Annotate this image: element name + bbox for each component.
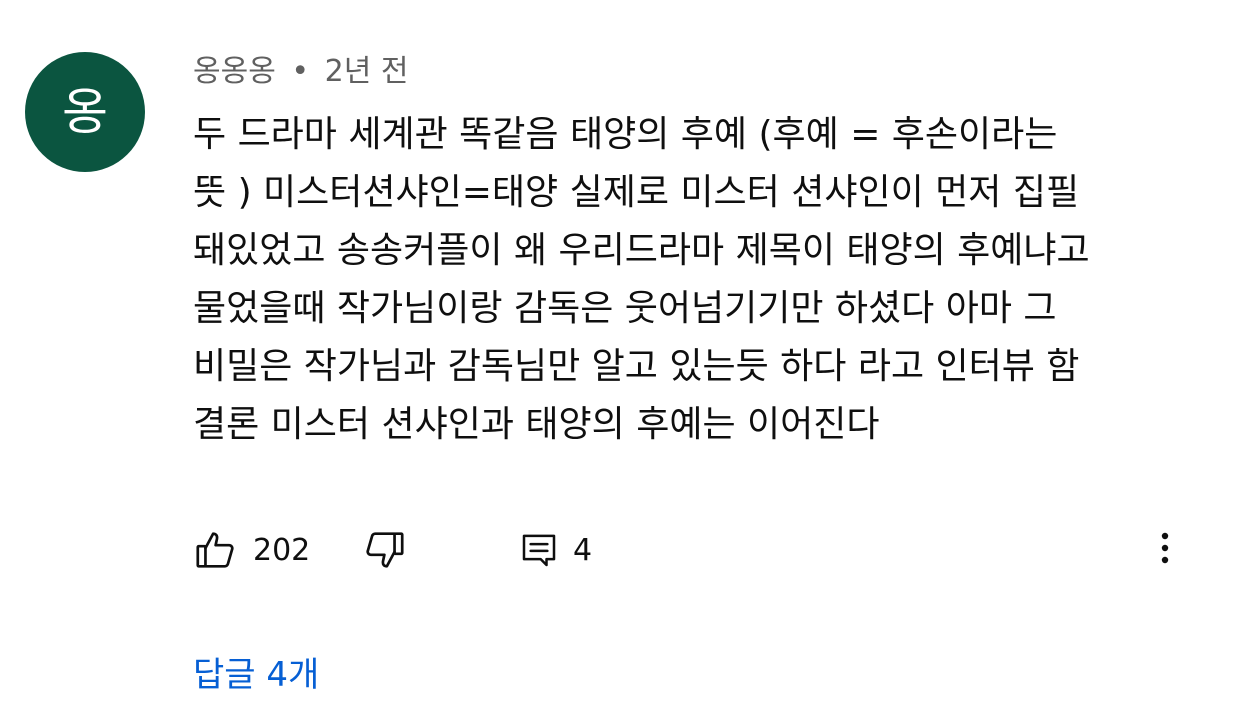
view-replies-link[interactable]: 답글 4개 <box>193 650 319 700</box>
comment-line: 뜻 ) 미스터션샤인=태양 실제로 미스터 션샤인이 먼저 집필 <box>193 172 1080 213</box>
comment-icon <box>519 530 559 570</box>
meta-separator: • <box>291 54 310 89</box>
avatar[interactable]: 옹 <box>25 52 145 172</box>
author-name[interactable]: 옹옹옹 <box>193 54 276 89</box>
comment-actions: 202 4 <box>193 525 1193 575</box>
reply-button[interactable]: 4 <box>519 525 592 575</box>
comment-body: 옹옹옹 • 2년 전 두 드라마 세계관 똑같음 태양의 후예 (후예 = 후손… <box>193 44 1193 454</box>
thumbs-up-icon <box>193 527 239 573</box>
more-options-button[interactable] <box>1150 525 1180 575</box>
avatar-letter: 옹 <box>62 83 108 141</box>
comment-line: 두 드라마 세계관 똑같음 태양의 후예 (후예 = 후손이라는 <box>193 114 1058 155</box>
comment-line: 물었을때 작가님이랑 감독은 웃어넘기기만 하셨다 아마 그 <box>193 288 1057 329</box>
comment-line: 결론 미스터 션샤인과 태양의 후예는 이어진다 <box>193 404 880 445</box>
like-count: 202 <box>253 532 311 568</box>
thumbs-down-icon <box>361 527 407 573</box>
comment-header: 옹옹옹 • 2년 전 <box>193 44 1193 100</box>
comment-timestamp[interactable]: 2년 전 <box>325 54 409 89</box>
more-vertical-icon <box>1160 528 1170 572</box>
comment-text: 두 드라마 세계관 똑같음 태양의 후예 (후예 = 후손이라는 뜻 ) 미스터… <box>193 106 1193 454</box>
comment-line: 비밀은 작가님과 감독님만 알고 있는듯 하다 라고 인터뷰 함 <box>193 346 1080 387</box>
dislike-button[interactable] <box>361 525 407 575</box>
reply-count: 4 <box>573 532 593 568</box>
like-button[interactable]: 202 <box>193 525 310 575</box>
comment-line: 돼있었고 송송커플이 왜 우리드라마 제목이 태양의 후예냐고 <box>193 230 1090 271</box>
